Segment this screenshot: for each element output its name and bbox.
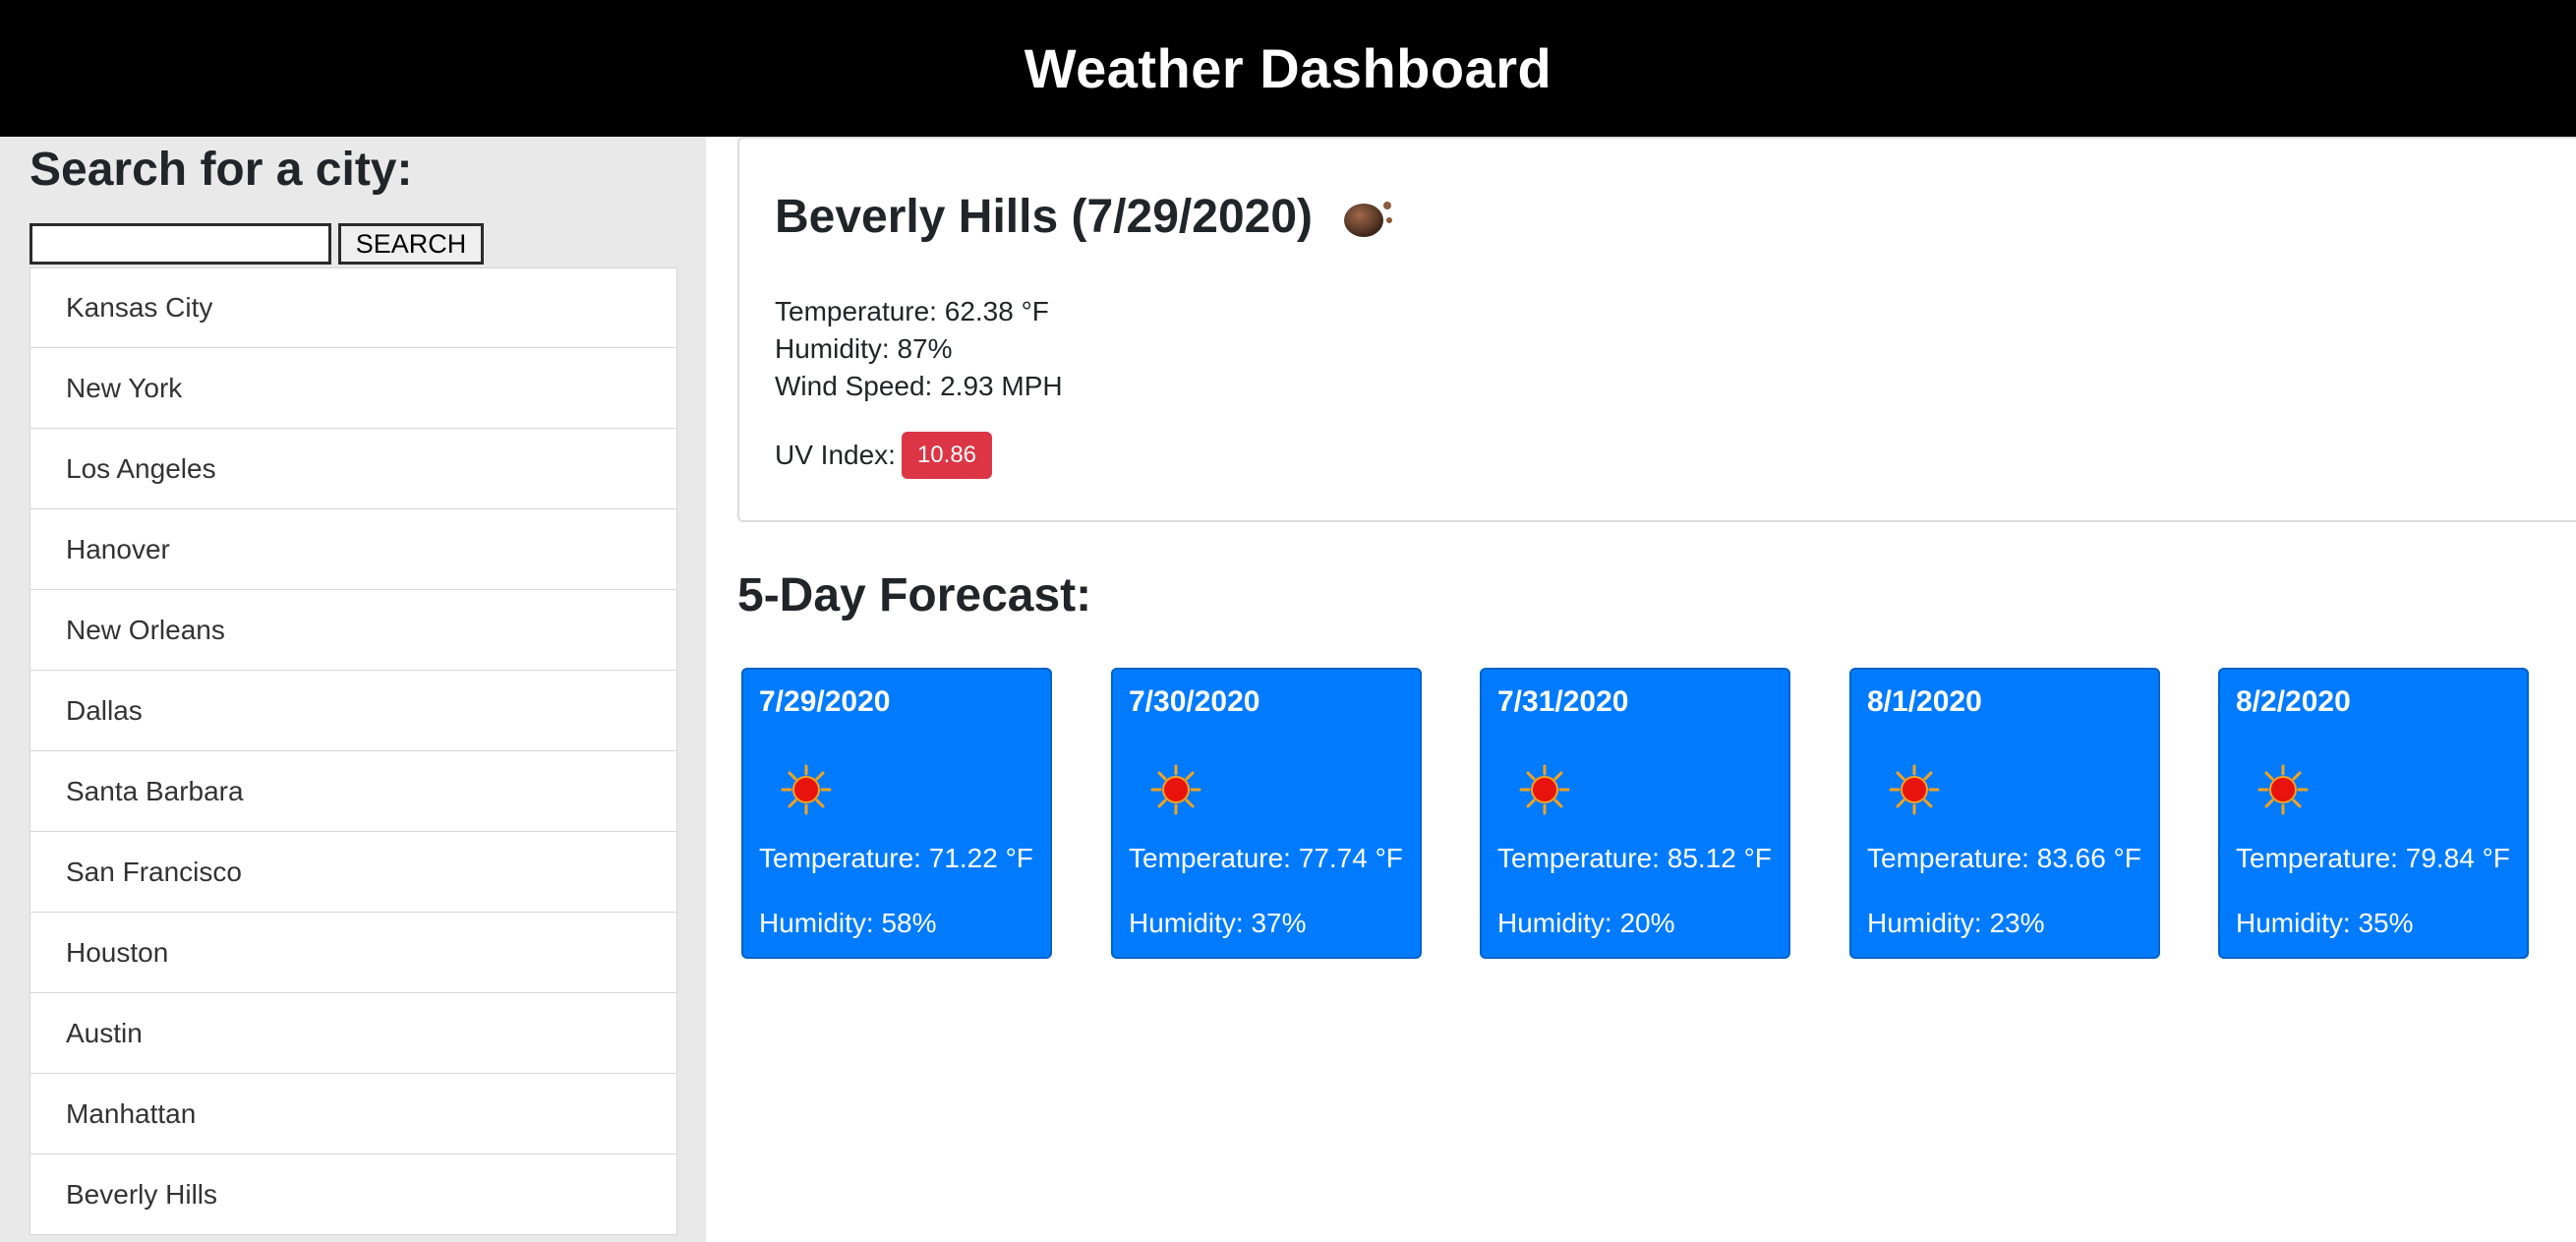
uv-index-row: UV Index: 10.86	[775, 432, 993, 479]
city-item[interactable]: Beverly Hills	[29, 1154, 677, 1235]
forecast-date: 7/30/2020	[1129, 685, 1260, 718]
sun-icon	[2257, 764, 2309, 815]
page-title: Weather Dashboard	[1024, 37, 1552, 99]
city-item[interactable]: Santa Barbara	[29, 751, 677, 832]
current-weather-card: Beverly Hills (7/29/2020) Temperature: 6…	[737, 137, 2576, 522]
city-item[interactable]: Houston	[29, 913, 677, 993]
city-item[interactable]: Austin	[29, 993, 677, 1074]
forecast-card: 7/29/2020 Temperature: 71.22 °F Humidity…	[741, 668, 1052, 959]
city-item[interactable]: Hanover	[29, 509, 677, 590]
forecast-date: 8/1/2020	[1867, 685, 1982, 718]
current-humidity: Humidity: 87%	[775, 333, 953, 364]
current-temperature: Temperature: 62.38 °F	[775, 296, 1049, 326]
forecast-date: 7/31/2020	[1497, 685, 1629, 718]
city-search-input[interactable]	[29, 223, 331, 265]
city-item[interactable]: Manhattan	[29, 1074, 677, 1154]
app-header: Weather Dashboard	[0, 0, 2576, 137]
forecast-temperature: Temperature: 77.74 °F	[1129, 843, 1403, 873]
sun-icon	[781, 764, 832, 815]
search-button[interactable]: SEARCH	[338, 223, 484, 265]
forecast-card: 7/31/2020 Temperature: 85.12 °F Humidity…	[1480, 668, 1790, 959]
city-item[interactable]: San Francisco	[29, 832, 677, 913]
forecast-temperature: Temperature: 83.66 °F	[1867, 843, 2141, 873]
uv-index-badge: 10.86	[901, 432, 993, 479]
forecast-humidity: Humidity: 23%	[1867, 908, 2045, 938]
forecast-humidity: Humidity: 20%	[1497, 908, 1675, 938]
search-heading: Search for a city:	[29, 144, 413, 196]
sidebar: Search for a city: SEARCH Kansas City Ne…	[0, 137, 706, 1242]
current-wind-speed: Wind Speed: 2.93 MPH	[775, 371, 1063, 401]
forecast-temperature: Temperature: 71.22 °F	[759, 843, 1033, 873]
city-history-list: Kansas City New York Los Angeles Hanover…	[29, 267, 677, 1235]
forecast-humidity: Humidity: 35%	[2236, 908, 2414, 938]
forecast-temperature: Temperature: 85.12 °F	[1497, 843, 1772, 873]
city-item[interactable]: Kansas City	[29, 267, 677, 348]
forecast-date: 7/29/2020	[759, 685, 891, 718]
forecast-temperature: Temperature: 79.84 °F	[2236, 843, 2510, 873]
sun-icon	[1150, 764, 1201, 815]
city-item[interactable]: Dallas	[29, 671, 677, 751]
forecast-card: 8/1/2020 Temperature: 83.66 °F Humidity:…	[1849, 668, 2160, 959]
clear-night-moon-icon	[1344, 201, 1393, 237]
current-weather-header: Beverly Hills (7/29/2020)	[775, 190, 1399, 244]
forecast-humidity: Humidity: 58%	[759, 908, 937, 938]
city-item[interactable]: New York	[29, 348, 677, 429]
city-item[interactable]: Los Angeles	[29, 429, 677, 509]
current-city-date: Beverly Hills (7/29/2020)	[775, 191, 1314, 243]
sun-icon	[1889, 764, 1940, 815]
forecast-heading: 5-Day Forecast:	[737, 569, 1092, 621]
city-item[interactable]: New Orleans	[29, 590, 677, 671]
forecast-card: 7/30/2020 Temperature: 77.74 °F Humidity…	[1111, 668, 1422, 959]
forecast-card: 8/2/2020 Temperature: 79.84 °F Humidity:…	[2218, 668, 2529, 959]
uv-index-label: UV Index:	[775, 440, 896, 470]
sun-icon	[1519, 764, 1570, 815]
forecast-date: 8/2/2020	[2236, 685, 2351, 718]
forecast-humidity: Humidity: 37%	[1129, 908, 1307, 938]
